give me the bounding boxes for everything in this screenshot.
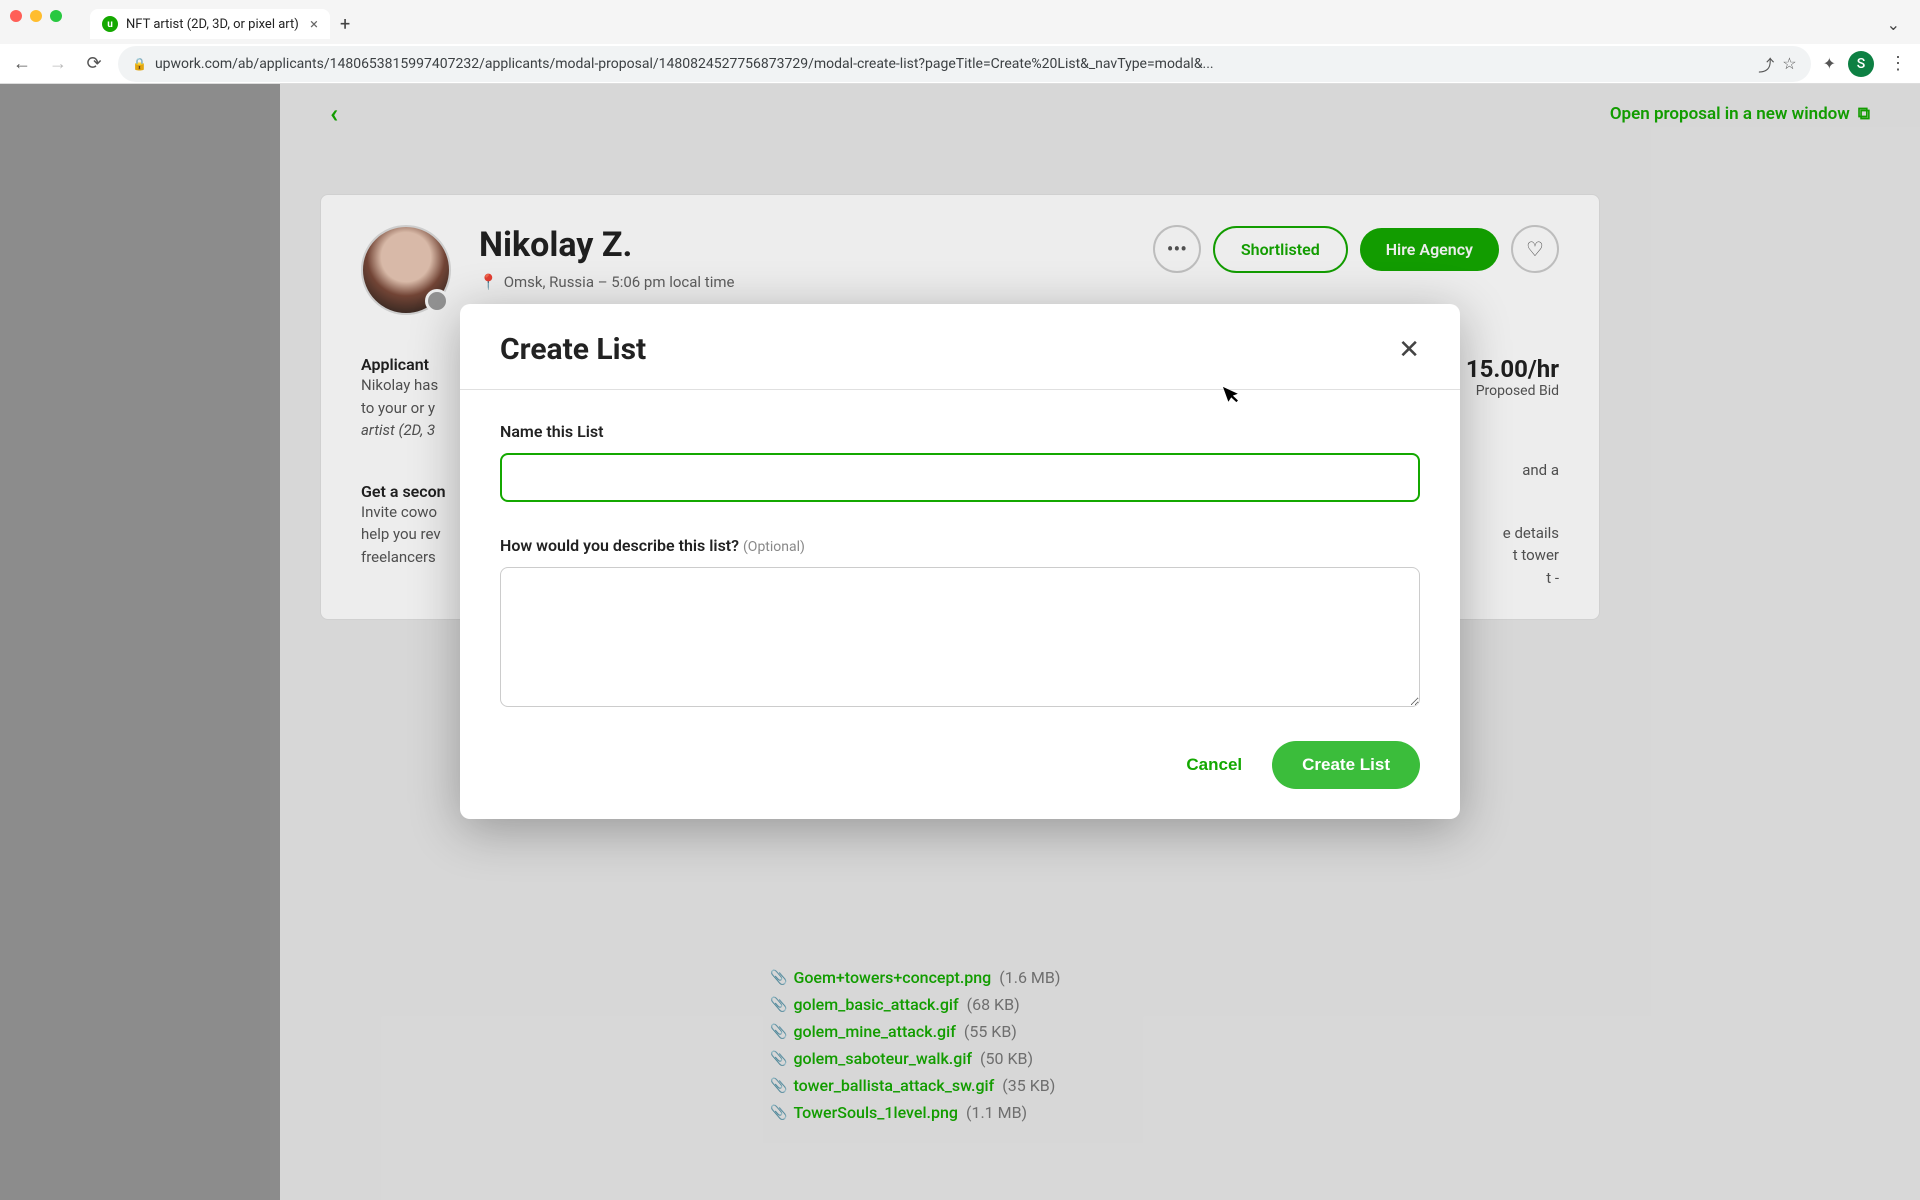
list-name-input[interactable] (500, 453, 1420, 502)
upwork-favicon: u (102, 16, 118, 32)
tab-close-icon[interactable]: × (310, 15, 318, 33)
url-text: upwork.com/ab/applicants/148065381599740… (155, 56, 1750, 72)
list-name-label: Name this List (500, 422, 1420, 441)
extensions-icon[interactable]: ✦ (1823, 54, 1836, 73)
tab-title: NFT artist (2D, 3D, or pixel art) (126, 17, 302, 32)
create-list-modal: Create List ✕ Name this List How would y… (460, 304, 1460, 819)
list-description-textarea[interactable] (500, 567, 1420, 707)
forward-button[interactable]: → (46, 53, 70, 74)
window-minimize-button[interactable] (30, 10, 42, 22)
optional-text: (Optional) (743, 539, 805, 555)
new-tab-button[interactable]: + (340, 14, 350, 35)
profile-avatar[interactable]: S (1848, 51, 1874, 77)
menu-icon[interactable]: ⋮ (1886, 53, 1910, 74)
create-list-button[interactable]: Create List (1272, 741, 1420, 789)
back-button[interactable]: ← (10, 53, 34, 74)
star-icon[interactable]: ☆ (1782, 54, 1796, 73)
list-description-label: How would you describe this list? (Optio… (500, 536, 1420, 555)
modal-title: Create List (500, 332, 646, 367)
window-close-button[interactable] (10, 10, 22, 22)
desc-label-text: How would you describe this list? (500, 536, 743, 555)
window-maximize-button[interactable] (50, 10, 62, 22)
window-controls (10, 10, 62, 22)
lock-icon: 🔒 (132, 57, 147, 71)
tab-overflow-icon[interactable]: ⌄ (1887, 15, 1900, 34)
browser-tab[interactable]: u NFT artist (2D, 3D, or pixel art) × (90, 9, 330, 39)
browser-tab-strip: u NFT artist (2D, 3D, or pixel art) × + … (90, 8, 1910, 40)
page-viewport: ‹ Open proposal in a new window ⧉ Nikola… (0, 84, 1920, 1200)
reload-button[interactable]: ⟳ (82, 53, 106, 74)
share-icon[interactable]: ⤴ (1758, 52, 1774, 76)
address-bar[interactable]: 🔒 upwork.com/ab/applicants/1480653815997… (118, 46, 1811, 82)
cancel-button[interactable]: Cancel (1186, 755, 1242, 775)
close-icon[interactable]: ✕ (1398, 335, 1420, 365)
browser-toolbar: ← → ⟳ 🔒 upwork.com/ab/applicants/1480653… (0, 44, 1920, 84)
